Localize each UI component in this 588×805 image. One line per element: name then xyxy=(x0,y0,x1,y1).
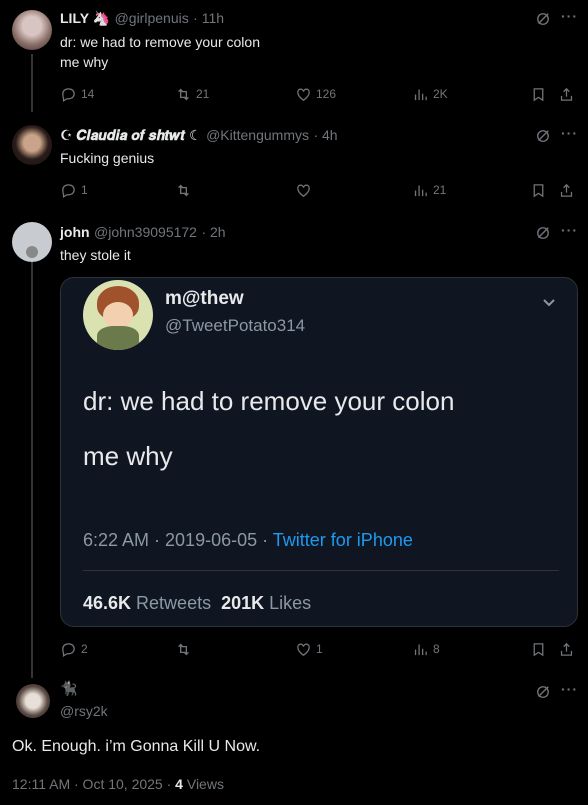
views-count: 8 xyxy=(433,642,440,656)
author-handle[interactable]: @Kittengummys xyxy=(206,127,309,143)
views-button[interactable]: 2K xyxy=(412,84,448,104)
bookmark-icon xyxy=(530,182,547,199)
repost-button[interactable] xyxy=(175,639,196,659)
avatar[interactable] xyxy=(16,684,50,718)
views-icon xyxy=(412,641,429,658)
more-icon[interactable]: ··· xyxy=(561,8,578,24)
grok-icon[interactable] xyxy=(534,10,552,33)
repost-button[interactable]: 21 xyxy=(175,84,209,104)
quoted-author-handle: @TweetPotato314 xyxy=(165,316,306,335)
repost-icon xyxy=(175,182,192,199)
like-icon xyxy=(295,641,312,658)
reply-count: 2 xyxy=(81,642,88,656)
quoted-avatar xyxy=(83,280,153,350)
retweets-label: Retweets xyxy=(131,593,212,613)
views-count: 21 xyxy=(433,183,447,197)
quoted-source: Twitter for iPhone xyxy=(272,530,413,550)
grok-icon[interactable] xyxy=(534,127,552,150)
bookmark-button[interactable] xyxy=(530,639,547,659)
retweets-count: 46.6K xyxy=(83,593,132,613)
grok-icon[interactable] xyxy=(534,224,552,247)
like-count: 1 xyxy=(316,642,323,656)
more-icon[interactable]: ··· xyxy=(561,681,578,697)
repost-icon xyxy=(175,641,192,658)
like-icon xyxy=(295,86,312,103)
reply-icon xyxy=(60,182,77,199)
bookmark-icon xyxy=(530,86,547,103)
reply-count: 1 xyxy=(81,183,88,197)
main-post-meta: 12:11 AM · Oct 10, 2025 · 4 Views xyxy=(12,776,224,792)
grok-icon[interactable] xyxy=(534,683,552,706)
more-icon[interactable]: ··· xyxy=(561,125,578,141)
main-post-text: Ok. Enough. i’m Gonna Kill U Now. xyxy=(12,738,261,755)
bookmark-button[interactable] xyxy=(530,180,547,200)
post-text-line: dr: we had to remove your colon xyxy=(60,34,260,50)
like-icon xyxy=(295,182,312,199)
share-icon xyxy=(558,641,575,658)
views-icon xyxy=(412,86,429,103)
repost-count: 21 xyxy=(196,87,210,101)
bookmark-button[interactable] xyxy=(530,84,547,104)
share-button[interactable] xyxy=(558,84,575,104)
post-text-line: Fucking genius xyxy=(60,150,155,166)
share-button[interactable] xyxy=(558,639,575,659)
like-button[interactable]: 126 xyxy=(295,84,336,104)
more-icon[interactable]: ··· xyxy=(561,222,578,238)
post-time[interactable]: 2h xyxy=(210,224,226,240)
post-time[interactable]: 11h xyxy=(202,10,224,26)
avatar[interactable] xyxy=(12,125,52,165)
author-name[interactable]: ☪︎ 𝑪𝒍𝒂𝒖𝒅𝒊𝒂 𝒐𝒇 𝒔𝒉𝒕𝒘𝒕 ☾ xyxy=(60,127,202,143)
post-text-line: me why xyxy=(60,54,109,70)
quoted-stats: 46.6K Retweets 201K Likes xyxy=(83,593,311,614)
repost-icon xyxy=(175,86,192,103)
like-button[interactable] xyxy=(295,180,316,200)
quoted-text-line: me why xyxy=(83,441,173,471)
likes-label: Likes xyxy=(264,593,312,613)
chevron-down-icon xyxy=(541,294,557,310)
author-handle[interactable]: @john39095172 xyxy=(94,224,197,240)
reply-button[interactable]: 2 xyxy=(60,639,88,659)
reply-button[interactable]: 1 xyxy=(60,180,88,200)
action-bar: 1 21 xyxy=(60,180,578,200)
share-button[interactable] xyxy=(558,180,575,200)
divider xyxy=(83,570,559,571)
bookmark-icon xyxy=(530,641,547,658)
views-count: 4 xyxy=(175,776,183,792)
author-name[interactable]: LILY 🦄 xyxy=(60,10,110,26)
thread-line xyxy=(31,54,33,112)
author-handle[interactable]: @girlpenuis xyxy=(115,10,189,26)
avatar[interactable] xyxy=(12,222,52,262)
reply-count: 14 xyxy=(81,87,95,101)
post-text-line: they stole it xyxy=(60,247,131,263)
post-time[interactable]: 4h xyxy=(322,127,338,143)
action-bar: 2 1 8 xyxy=(60,639,578,659)
repost-button[interactable] xyxy=(175,180,196,200)
share-icon xyxy=(558,86,575,103)
views-button[interactable]: 8 xyxy=(412,639,440,659)
quoted-meta: 6:22 AM · 2019-06-05 · Twitter for iPhon… xyxy=(83,530,413,551)
reply-icon xyxy=(60,641,77,658)
views-count: 2K xyxy=(433,87,448,101)
quoted-time: 6:22 AM · 2019-06-05 · xyxy=(83,530,273,550)
views-button[interactable]: 21 xyxy=(412,180,446,200)
like-count: 126 xyxy=(316,87,337,101)
post-time[interactable]: 12:11 AM · Oct 10, 2025 · xyxy=(12,776,175,792)
author-name[interactable]: john xyxy=(60,224,90,240)
author-name[interactable]: 🐈‍⬛ xyxy=(60,680,77,697)
views-icon xyxy=(412,182,429,199)
action-bar: 14 21 126 2K xyxy=(60,84,578,104)
like-button[interactable]: 1 xyxy=(295,639,323,659)
share-icon xyxy=(558,182,575,199)
author-handle[interactable]: @rsy2k xyxy=(60,703,108,719)
reply-icon xyxy=(60,86,77,103)
reply-button[interactable]: 14 xyxy=(60,84,94,104)
quoted-author-name: m@thew xyxy=(165,288,244,309)
views-label: Views xyxy=(182,776,224,792)
quoted-text-line: dr: we had to remove your colon xyxy=(83,386,455,416)
thread-line xyxy=(31,262,33,678)
likes-count: 201K xyxy=(221,593,265,613)
avatar[interactable] xyxy=(12,10,52,50)
